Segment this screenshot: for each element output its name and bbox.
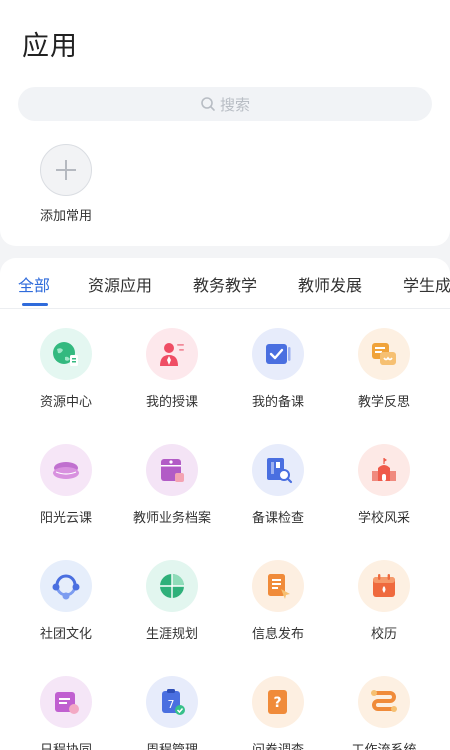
search-input[interactable]: 搜索: [18, 87, 432, 121]
app-label: 社团文化: [39, 627, 92, 642]
app-questionnaire[interactable]: ? 问卷调查: [225, 676, 331, 750]
app-resource-center[interactable]: 资源中心: [13, 328, 119, 410]
pie-chart-icon: [146, 560, 198, 612]
app-label: 我的备课: [251, 395, 304, 410]
app-school-calendar[interactable]: 校历: [331, 560, 437, 642]
tab-all[interactable]: 全部: [18, 272, 50, 296]
app-label: 资源中心: [39, 395, 92, 410]
app-label: 我的授课: [145, 395, 198, 410]
app-label: 工作流系统: [331, 739, 437, 750]
app-label: 备课检查: [251, 511, 304, 526]
apps-panel: 全部 资源应用 教务教学 教师发展 学生成 资源中心 我的授课 我的备课 教学反…: [0, 258, 450, 750]
globe-icon: [40, 328, 92, 380]
document-icon: [252, 560, 304, 612]
app-label: 学校风采: [357, 511, 410, 526]
app-workflow[interactable]: 工作流系统: [331, 676, 437, 750]
question-icon: ?: [252, 676, 304, 728]
app-label: 教学反思: [357, 395, 410, 410]
app-info-publish[interactable]: 信息发布: [225, 560, 331, 642]
school-icon: [358, 444, 410, 496]
app-preparation-check[interactable]: 备课检查: [225, 444, 331, 526]
active-tab-indicator: [22, 303, 48, 306]
svg-text:?: ?: [273, 695, 281, 711]
week-calendar-icon: 7: [146, 676, 198, 728]
app-teacher-archive[interactable]: 教师业务档案: [119, 444, 225, 526]
app-my-lessons[interactable]: 我的授课: [119, 328, 225, 410]
app-label: 阳光云课: [39, 511, 92, 526]
plus-icon: [56, 160, 76, 180]
teacher-icon: [146, 328, 198, 380]
app-career-planning[interactable]: 生涯规划: [119, 560, 225, 642]
workflow-icon: [358, 676, 410, 728]
tab-resource-apps[interactable]: 资源应用: [88, 272, 152, 296]
app-school-style[interactable]: 学校风采: [331, 444, 437, 526]
app-label: 日程协同: [13, 739, 119, 750]
page-title: 应用: [22, 31, 78, 62]
add-favorite-button[interactable]: [40, 144, 92, 196]
app-week-management[interactable]: 7 周程管理: [119, 676, 225, 750]
search-placeholder: 搜索: [219, 95, 250, 114]
tab-student[interactable]: 学生成: [403, 272, 450, 296]
app-teaching-reflection[interactable]: 教学反思: [331, 328, 437, 410]
calendar-icon: [358, 560, 410, 612]
app-club-culture[interactable]: 社团文化: [13, 560, 119, 642]
app-label: 校历: [370, 627, 397, 642]
app-label: 教师业务档案: [132, 511, 211, 526]
svg-text:7: 7: [168, 698, 175, 711]
app-sunshine-cloud[interactable]: 阳光云课: [13, 444, 119, 526]
app-label: 周程管理: [119, 739, 225, 750]
app-schedule-collab[interactable]: 日程协同: [13, 676, 119, 750]
app-label: 生涯规划: [145, 627, 198, 642]
app-my-preparation[interactable]: 我的备课: [225, 328, 331, 410]
reflection-icon: [358, 328, 410, 380]
archive-icon: [146, 444, 198, 496]
cloud-icon: [40, 444, 92, 496]
schedule-icon: [40, 676, 92, 728]
search-book-icon: [252, 444, 304, 496]
tab-teacher-development[interactable]: 教师发展: [298, 272, 362, 296]
community-icon: [40, 560, 92, 612]
app-label: 问卷调查: [225, 739, 331, 750]
add-favorite-label: 添加常用: [39, 209, 92, 224]
category-tabs: 全部 资源应用 教务教学 教师发展 学生成: [0, 258, 450, 309]
checkbox-book-icon: [252, 328, 304, 380]
search-icon: [201, 97, 215, 111]
app-label: 信息发布: [251, 627, 304, 642]
add-favorite[interactable]: 添加常用: [34, 144, 98, 224]
tab-academic-affairs[interactable]: 教务教学: [193, 272, 257, 296]
header-panel: 应用 搜索 添加常用: [0, 0, 450, 246]
